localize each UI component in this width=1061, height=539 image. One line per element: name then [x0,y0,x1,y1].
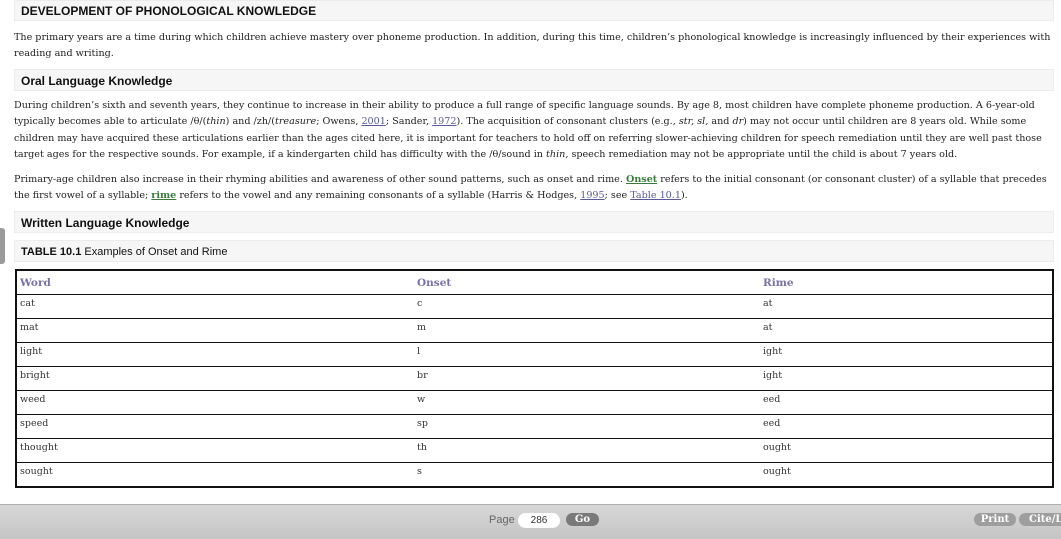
subsection-heading-written: Written Language Knowledge [14,211,1054,233]
onset-cell: sp [414,414,760,439]
word-cell: light [16,342,414,367]
word-cell: sought [16,462,414,487]
glossary-link-onset[interactable]: Onset [626,174,657,185]
table-number: TABLE 10.1 [21,246,82,258]
word-cell: weed [16,390,414,415]
table-row: sought s ought [16,462,1053,487]
reference-link-1972[interactable]: 1972 [432,116,456,127]
table-row: thought th ought [16,438,1053,463]
word-cell: mat [16,318,414,343]
reference-link-1995[interactable]: 1995 [580,190,604,201]
rime-cell: ought [760,438,1053,463]
rime-cell: eed [760,390,1053,415]
word-cell: bright [16,366,414,391]
onset-cell: m [414,318,760,343]
reader-footer-toolbar: Page Go Print Cite/Link [0,504,1061,539]
oral-paragraph-2: Primary-age children also increase in th… [14,174,1047,202]
table-header-row: Word Onset Rime [16,270,1053,295]
table-row: weed w eed [16,390,1053,415]
intro-paragraph: The primary years are a time during whic… [14,32,1051,60]
rime-cell: at [760,294,1053,319]
onset-cell: th [414,438,760,463]
rime-cell: ight [760,342,1053,367]
print-button[interactable]: Print [974,513,1016,526]
reader-content: DEVELOPMENT OF PHONOLOGICAL KNOWLEDGE Th… [0,0,1061,504]
table-row: cat c at [16,294,1053,319]
table-row: mat m at [16,318,1053,343]
rime-cell: at [760,318,1053,343]
table-row: bright br ight [16,366,1053,391]
table-row: speed sp eed [16,414,1053,439]
onset-cell: s [414,462,760,487]
cite-link-button[interactable]: Cite/Link [1019,513,1061,526]
onset-cell: c [414,294,760,319]
reference-link-2001[interactable]: 2001 [361,116,385,127]
rime-cell: eed [760,414,1053,439]
oral-paragraph-1: During children’s sixth and seventh year… [14,100,1042,160]
rime-cell: ought [760,462,1053,487]
onset-cell: br [414,366,760,391]
column-header-word: Word [16,270,414,295]
glossary-link-rime[interactable]: rime [151,190,176,201]
side-scroll-handle[interactable] [0,228,5,264]
onset-cell: l [414,342,760,367]
word-cell: cat [16,294,414,319]
word-cell: thought [16,438,414,463]
column-header-rime: Rime [760,270,1053,295]
word-cell: speed [16,414,414,439]
onset-cell: w [414,390,760,415]
table-caption: TABLE 10.1 Examples of Onset and Rime [14,240,1054,262]
section-heading: DEVELOPMENT OF PHONOLOGICAL KNOWLEDGE [14,0,1054,21]
column-header-onset: Onset [414,270,760,295]
table-title: Examples of Onset and Rime [81,246,228,258]
rime-cell: ight [760,366,1053,391]
table-row: light l ight [16,342,1053,367]
table-link[interactable]: Table 10.1 [630,190,681,201]
onset-rime-table: Word Onset Rime cat c at mat m at light l ight… [15,269,1054,488]
subsection-heading-oral: Oral Language Knowledge [14,69,1054,91]
go-button[interactable]: Go [566,513,599,526]
page-label: Page [489,514,515,526]
page-number-input[interactable] [518,513,560,528]
